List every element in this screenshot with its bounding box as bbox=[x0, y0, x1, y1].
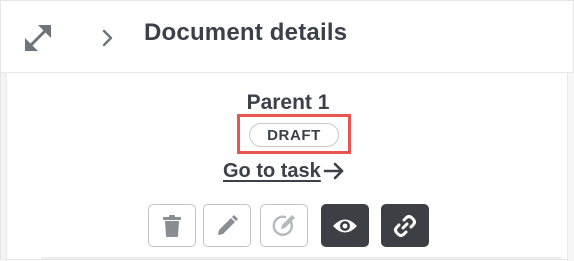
arrow-right-icon bbox=[323, 162, 344, 180]
sign-button[interactable] bbox=[260, 204, 308, 247]
eye-icon bbox=[333, 219, 357, 232]
panel-header: Document details bbox=[1, 1, 574, 73]
go-to-task-label: Go to task bbox=[223, 159, 321, 182]
chevron-right-icon[interactable] bbox=[97, 25, 119, 51]
trash-icon bbox=[163, 214, 181, 237]
signature-icon bbox=[272, 214, 295, 236]
document-details-panel: Document details Parent 1 DRAFT Go to ta… bbox=[0, 0, 574, 261]
pencil-icon bbox=[218, 214, 238, 235]
view-button[interactable] bbox=[321, 204, 369, 247]
link-icon bbox=[394, 214, 416, 237]
delete-button[interactable] bbox=[148, 204, 196, 247]
expand-arrows-icon[interactable] bbox=[21, 21, 55, 55]
panel-title: Document details bbox=[144, 19, 348, 46]
parent-name: Parent 1 bbox=[246, 91, 330, 114]
go-to-task-link[interactable]: Go to task bbox=[223, 157, 345, 185]
edit-button[interactable] bbox=[203, 204, 251, 247]
link-button[interactable] bbox=[381, 204, 429, 247]
status-badge: DRAFT bbox=[249, 123, 339, 147]
bottom-divider bbox=[41, 257, 561, 259]
